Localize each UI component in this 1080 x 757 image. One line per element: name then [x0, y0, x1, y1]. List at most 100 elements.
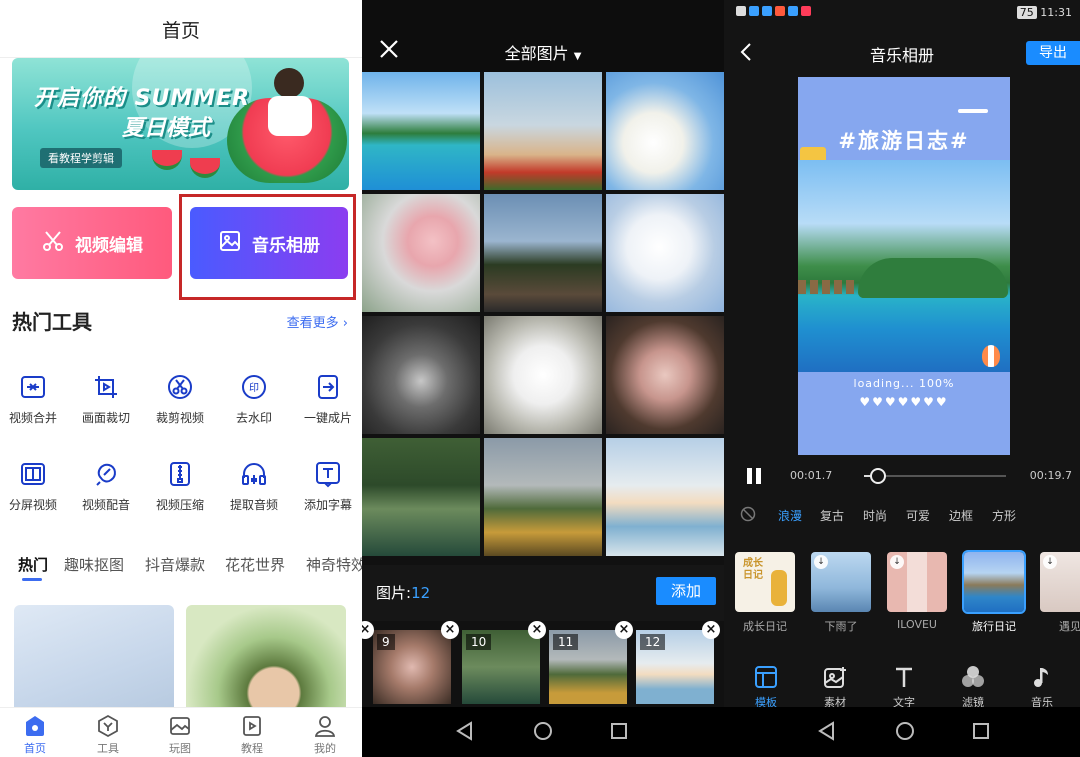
- tool-subtitle[interactable]: 添加字幕: [292, 460, 362, 513]
- photo-cell[interactable]: [484, 316, 602, 434]
- summer-banner[interactable]: 开启你的 SUMMER 夏日模式 看教程学剪辑: [12, 58, 349, 190]
- template-meet[interactable]: ↓ 遇见: [1040, 552, 1080, 634]
- category-retro[interactable]: 复古: [820, 507, 844, 524]
- no-template-icon[interactable]: [740, 506, 756, 522]
- nav-label: 玩图: [169, 742, 191, 755]
- headphone-icon: [240, 460, 268, 488]
- remove-selection-icon[interactable]: ×: [441, 621, 459, 639]
- remove-selection-icon[interactable]: ×: [528, 621, 546, 639]
- content-thumbnail[interactable]: [186, 605, 346, 715]
- template-thumbnail: ↓: [811, 552, 871, 612]
- photo-cell[interactable]: [362, 438, 480, 556]
- remove-selection-icon[interactable]: ×: [615, 621, 633, 639]
- photo-cell[interactable]: [362, 316, 480, 434]
- download-icon[interactable]: ↓: [890, 555, 904, 569]
- tool-text[interactable]: 文字: [879, 664, 929, 710]
- template-raining[interactable]: ↓ 下雨了: [811, 552, 871, 634]
- tool-filter[interactable]: 滤镜: [948, 664, 998, 710]
- export-button[interactable]: 导出: [1026, 41, 1080, 65]
- hearts-text: ♥♥♥♥♥♥♥: [859, 395, 949, 409]
- photo-cell[interactable]: [362, 72, 480, 190]
- recents-square-icon[interactable]: [970, 720, 992, 742]
- tool-compress[interactable]: 视频压缩: [144, 460, 216, 513]
- tool-extract-audio[interactable]: 提取音频: [218, 460, 290, 513]
- tool-merge[interactable]: 视频合并: [0, 373, 69, 426]
- tool-crop[interactable]: 画面裁切: [70, 373, 142, 426]
- see-more-link[interactable]: 查看更多 ›: [287, 312, 348, 331]
- photo-cell[interactable]: [362, 194, 480, 312]
- nav-tutorial[interactable]: 教程: [222, 714, 282, 756]
- selected-count: 图片:12: [376, 584, 431, 602]
- battery-icon: 75: [1016, 6, 1037, 19]
- album-selector[interactable]: 全部图片 ▼: [362, 40, 724, 64]
- template-iloveu[interactable]: ↓ ILOVEU: [887, 552, 947, 631]
- tool-music[interactable]: 音乐: [1017, 664, 1067, 710]
- tab-douyin-hits[interactable]: 抖音爆款: [145, 554, 205, 575]
- photo-cell[interactable]: [484, 72, 602, 190]
- remove-selection-icon[interactable]: ×: [702, 621, 720, 639]
- photo-cell[interactable]: [606, 72, 724, 190]
- photo-cell[interactable]: [606, 438, 724, 556]
- template-icon: [753, 664, 779, 690]
- photo-cell[interactable]: [606, 194, 724, 312]
- category-frame[interactable]: 边框: [949, 507, 973, 524]
- play-square-icon: [240, 714, 264, 738]
- giraffe-illustration: [771, 570, 787, 606]
- nav-home[interactable]: 首页: [5, 714, 65, 756]
- seek-knob[interactable]: [870, 468, 887, 484]
- selection-index: 12: [640, 634, 666, 650]
- tool-template[interactable]: 模板: [741, 664, 791, 710]
- sticker-icon: [822, 664, 848, 690]
- nav-tools[interactable]: 工具: [78, 714, 138, 756]
- selected-photo[interactable]: 11: [549, 630, 627, 704]
- photo-cell[interactable]: [484, 438, 602, 556]
- nav-play-image[interactable]: 玩图: [150, 714, 210, 756]
- template-travel-diary[interactable]: 旅行日记: [962, 550, 1026, 634]
- status-right: 75 11:31: [1016, 6, 1072, 19]
- tab-magic-effects[interactable]: 神奇特效: [306, 554, 362, 575]
- selection-index: 10: [466, 634, 492, 650]
- selection-bar: 图片:12 添加: [362, 565, 724, 621]
- back-triangle-icon[interactable]: [816, 720, 838, 742]
- category-fashion[interactable]: 时尚: [863, 507, 887, 524]
- tab-flower-world[interactable]: 花花世界: [225, 554, 285, 575]
- content-thumbnail[interactable]: [14, 605, 174, 715]
- tab-hot[interactable]: 热门: [18, 554, 48, 575]
- pause-icon[interactable]: [744, 466, 764, 486]
- tool-trim[interactable]: 裁剪视频: [144, 373, 216, 426]
- photo-cell[interactable]: [606, 316, 724, 434]
- girl-body-illustration: [268, 96, 312, 136]
- preview-title: #旅游日志#: [838, 129, 970, 153]
- recents-square-icon[interactable]: [608, 720, 630, 742]
- selected-photo[interactable]: 9: [373, 630, 451, 704]
- template-label: 旅行日记: [972, 620, 1016, 633]
- add-button[interactable]: 添加: [656, 577, 716, 605]
- home-screen: 首页 开启你的 SUMMER 夏日模式 看教程学剪辑 视频编辑 音乐相册 热门工: [0, 0, 362, 757]
- video-edit-label: 视频编辑: [75, 235, 143, 256]
- photo-cell[interactable]: [484, 194, 602, 312]
- template-growth-diary[interactable]: 成长日记 成长日记: [735, 552, 795, 634]
- tool-material[interactable]: 素材: [810, 664, 860, 710]
- home-circle-icon[interactable]: [532, 720, 554, 742]
- tool-watermark[interactable]: 印 去水印: [218, 373, 290, 426]
- back-triangle-icon[interactable]: [454, 720, 476, 742]
- nav-me[interactable]: 我的: [295, 714, 355, 756]
- video-edit-tile[interactable]: 视频编辑: [12, 207, 172, 279]
- watermelon-slice-illustration: [190, 158, 220, 178]
- download-icon[interactable]: ↓: [814, 555, 828, 569]
- tab-fun-cutout[interactable]: 趣味抠图: [64, 554, 124, 575]
- selected-photo[interactable]: 10: [462, 630, 540, 704]
- category-square[interactable]: 方形: [992, 507, 1016, 524]
- download-icon[interactable]: ↓: [1043, 555, 1057, 569]
- tool-oneclick[interactable]: 一键成片: [292, 373, 362, 426]
- home-circle-icon[interactable]: [894, 720, 916, 742]
- page-title: 首页: [0, 0, 362, 58]
- tool-split-screen[interactable]: 分屏视频: [0, 460, 69, 513]
- category-romantic[interactable]: 浪漫: [778, 507, 802, 524]
- seek-bar[interactable]: [864, 468, 1006, 484]
- category-tabs: 热门 趣味抠图 抖音爆款 花花世界 神奇特效: [0, 550, 362, 581]
- category-cute[interactable]: 可爱: [906, 507, 930, 524]
- tool-dubbing[interactable]: 视频配音: [70, 460, 142, 513]
- selected-photo[interactable]: 12: [636, 630, 714, 704]
- video-preview[interactable]: #旅游日志# loading... 100% ♥♥♥♥♥♥♥: [798, 77, 1010, 455]
